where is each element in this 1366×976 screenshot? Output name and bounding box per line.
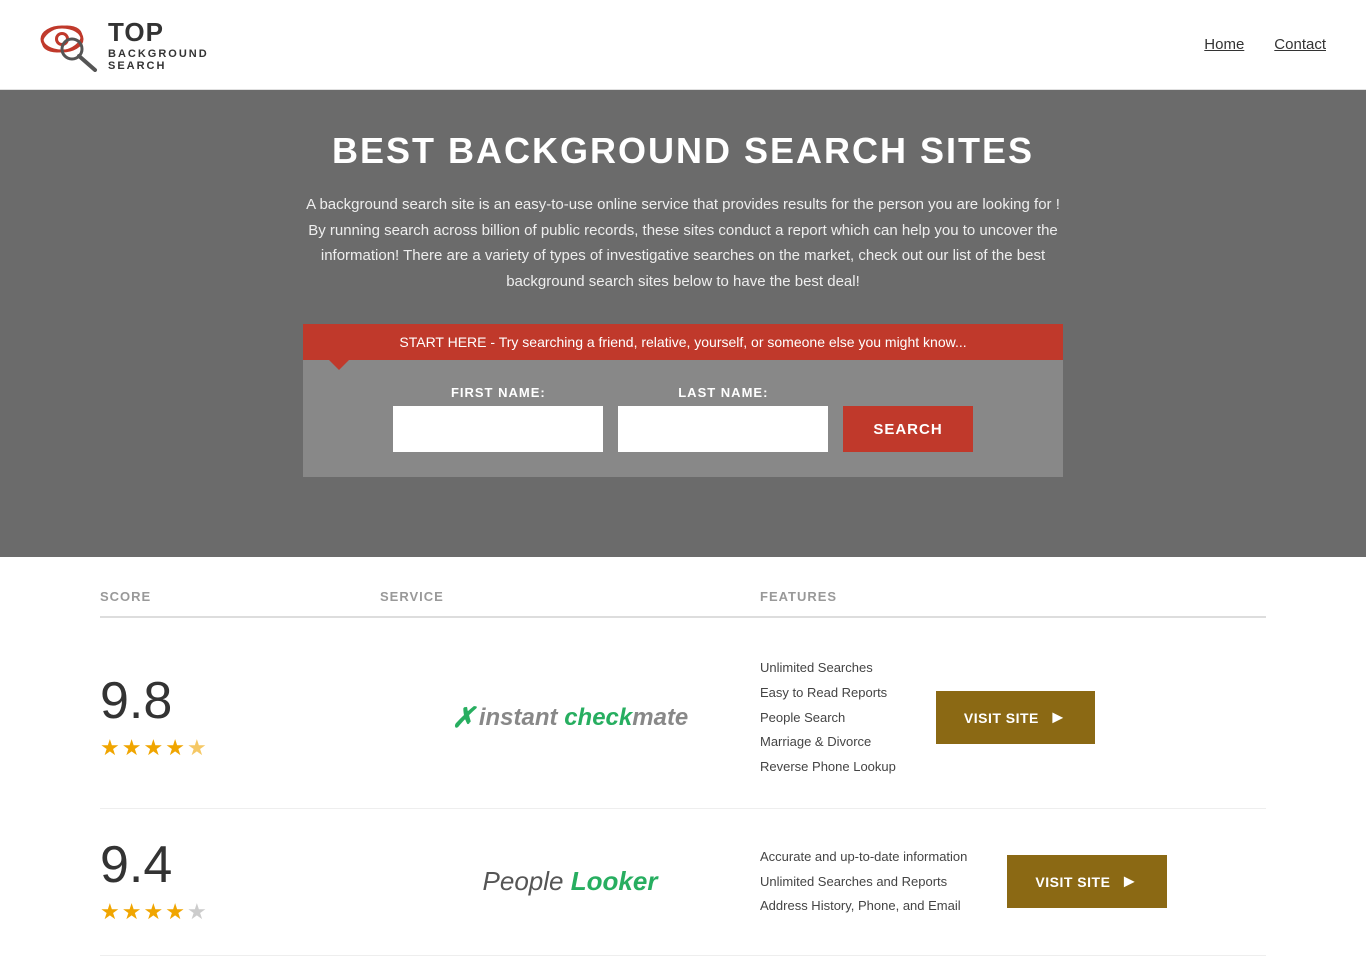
hero-description: A background search site is an easy-to-u… — [303, 192, 1063, 294]
instant-checkmate-logo: ✗ instant check mate — [452, 701, 689, 734]
table-row: 9.8 ★ ★ ★ ★ ★ ✗ instant check mate Unlim… — [100, 628, 1266, 809]
features-visit-cell-1: Unlimited Searches Easy to Read Reports … — [760, 658, 1266, 778]
stars-2: ★ ★ ★ ★ ★ — [100, 899, 207, 925]
hero-section: BEST BACKGROUND SEARCH SITES A backgroun… — [0, 90, 1366, 557]
feature-1-3: People Search — [760, 708, 896, 729]
feature-2-2: Unlimited Searches and Reports — [760, 872, 967, 893]
service-cell-2: People Looker — [380, 866, 760, 897]
star-4: ★ — [165, 735, 185, 761]
col-features: FEATURES — [760, 589, 1266, 604]
visit-arrow-icon-2: ► — [1120, 871, 1138, 892]
ic-name-left: instant — [472, 704, 564, 732]
last-name-input[interactable] — [618, 406, 828, 452]
last-name-group: LAST NAME: — [618, 385, 828, 452]
star-2: ★ — [122, 735, 142, 761]
hero-title: BEST BACKGROUND SEARCH SITES — [20, 130, 1346, 172]
search-form-area: FIRST NAME: LAST NAME: SEARCH — [303, 360, 1063, 477]
col-service: SERVICE — [380, 589, 760, 604]
table-header: SCORE SERVICE FEATURES — [100, 577, 1266, 618]
feature-2-1: Accurate and up-to-date information — [760, 847, 967, 868]
score-cell-2: 9.4 ★ ★ ★ ★ ★ — [100, 839, 380, 925]
main-nav: Home Contact — [1204, 36, 1326, 53]
nav-contact[interactable]: Contact — [1274, 36, 1326, 53]
feature-2-3: Address History, Phone, and Email — [760, 896, 967, 917]
header: TOP BACKGROUNDSEARCH Home Contact — [0, 0, 1366, 90]
features-visit-cell-2: Accurate and up-to-date information Unli… — [760, 847, 1266, 917]
first-name-label: FIRST NAME: — [393, 385, 603, 400]
ic-name-check: check — [564, 704, 632, 732]
score-cell-1: 9.8 ★ ★ ★ ★ ★ — [100, 675, 380, 761]
ic-name-mate: mate — [632, 704, 688, 732]
star2-5: ★ — [187, 899, 207, 925]
table-row: 9.4 ★ ★ ★ ★ ★ People Looker Accurate and… — [100, 809, 1266, 956]
star-1: ★ — [100, 735, 120, 761]
feature-1-4: Marriage & Divorce — [760, 732, 896, 753]
star2-2: ★ — [122, 899, 142, 925]
features-list-2: Accurate and up-to-date information Unli… — [760, 847, 967, 917]
feature-1-2: Easy to Read Reports — [760, 683, 896, 704]
star-5-half: ★ — [187, 735, 207, 761]
logo-icon — [40, 17, 100, 72]
pl-looker-text: Looker — [571, 866, 658, 896]
nav-home[interactable]: Home — [1204, 36, 1244, 53]
visit-arrow-icon-1: ► — [1049, 707, 1067, 728]
service-cell-1: ✗ instant check mate — [380, 701, 760, 734]
visit-site-button-1[interactable]: VISIT SITE ► — [936, 691, 1095, 744]
score-number-2: 9.4 — [100, 839, 172, 891]
star2-4: ★ — [165, 899, 185, 925]
logo: TOP BACKGROUNDSEARCH — [40, 17, 209, 72]
features-list-1: Unlimited Searches Easy to Read Reports … — [760, 658, 896, 778]
star-3: ★ — [143, 735, 163, 761]
star2-3: ★ — [143, 899, 163, 925]
search-banner: START HERE - Try searching a friend, rel… — [303, 324, 1063, 360]
results-table: SCORE SERVICE FEATURES 9.8 ★ ★ ★ ★ ★ ✗ i… — [0, 557, 1366, 976]
visit-site-button-2[interactable]: VISIT SITE ► — [1007, 855, 1166, 908]
logo-top-text: TOP — [108, 17, 209, 48]
logo-text: TOP BACKGROUNDSEARCH — [108, 17, 209, 72]
logo-bottom-text: BACKGROUNDSEARCH — [108, 48, 209, 72]
first-name-input[interactable] — [393, 406, 603, 452]
hero-content: BEST BACKGROUND SEARCH SITES A backgroun… — [0, 90, 1366, 527]
search-button[interactable]: SEARCH — [843, 406, 972, 452]
stars-1: ★ ★ ★ ★ ★ — [100, 735, 207, 761]
peoplelooker-logo: People Looker — [483, 866, 658, 897]
pl-people-text: People — [483, 866, 564, 896]
star2-1: ★ — [100, 899, 120, 925]
score-number-1: 9.8 — [100, 675, 172, 727]
feature-1-1: Unlimited Searches — [760, 658, 896, 679]
last-name-label: LAST NAME: — [618, 385, 828, 400]
col-score: SCORE — [100, 589, 380, 604]
search-form: FIRST NAME: LAST NAME: SEARCH — [323, 385, 1043, 452]
first-name-group: FIRST NAME: — [393, 385, 603, 452]
